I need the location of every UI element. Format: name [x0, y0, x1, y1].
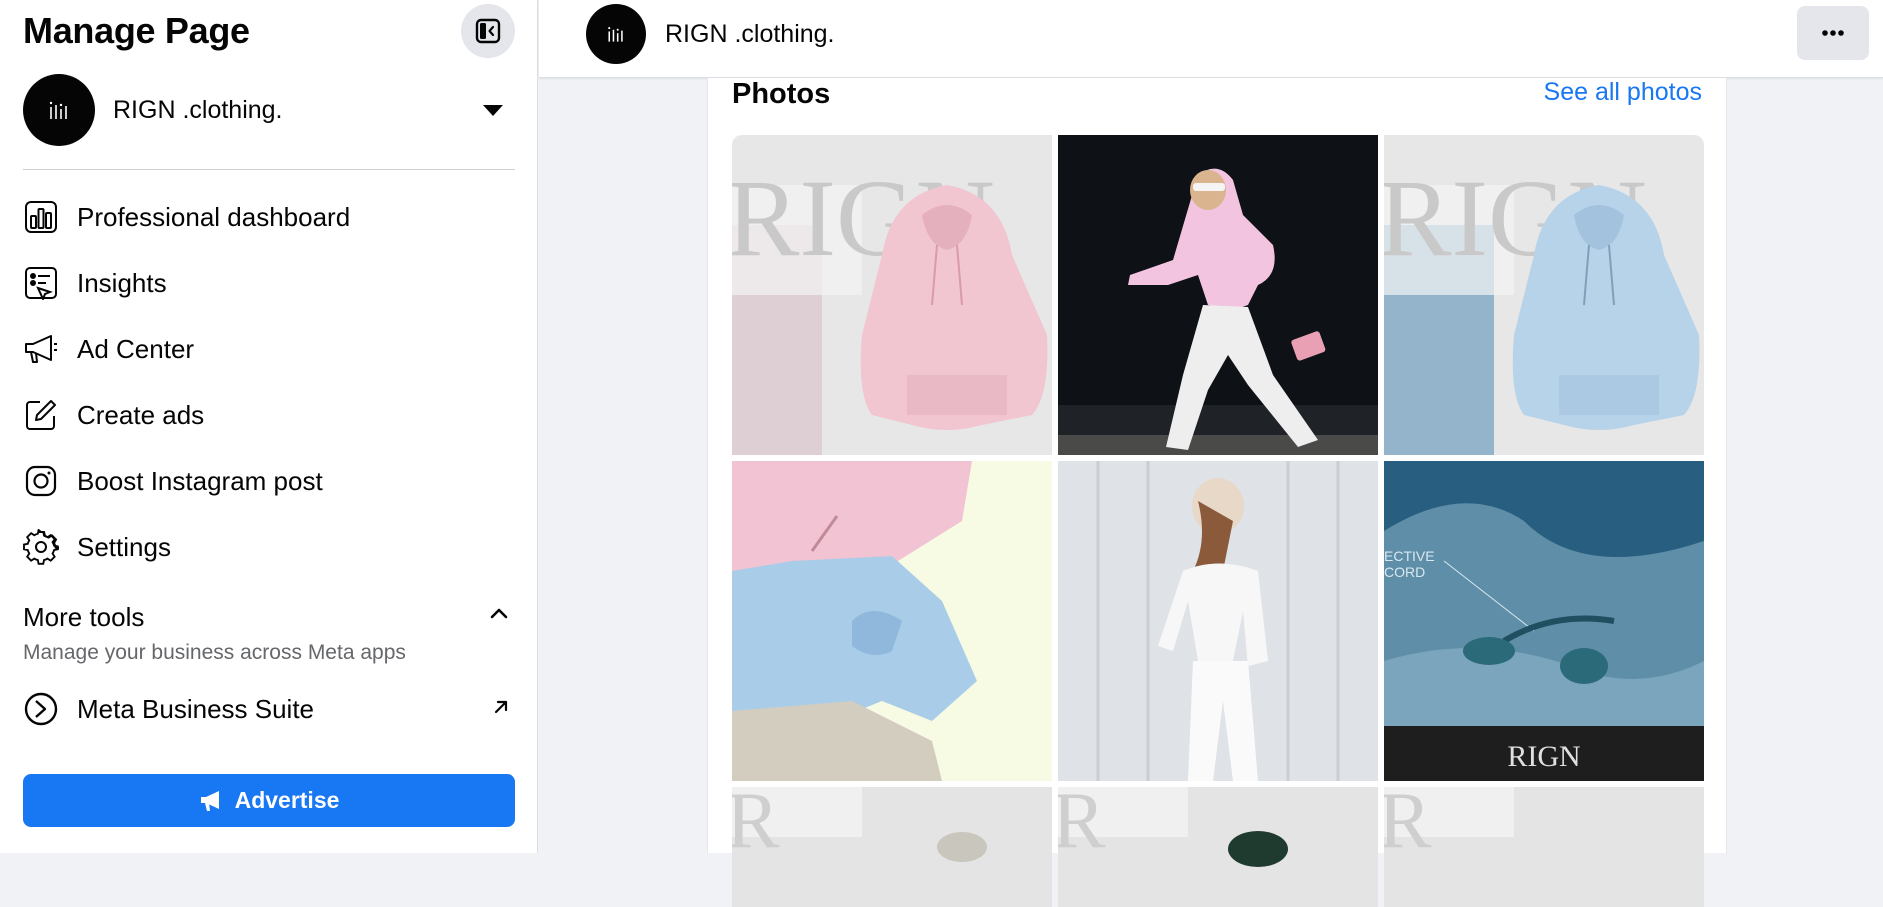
- meta-business-suite-link[interactable]: Meta Business Suite: [0, 676, 538, 742]
- photo-tile-white-outfit[interactable]: [1058, 461, 1378, 781]
- photo-tile-hoodie[interactable]: R: [732, 787, 1052, 907]
- photo-tile-hoodie[interactable]: R: [1384, 787, 1704, 907]
- megaphone-icon: [23, 331, 59, 367]
- nav-item-insights[interactable]: Insights: [0, 250, 538, 316]
- nav-label: Insights: [77, 267, 167, 298]
- external-link-icon: [494, 700, 508, 714]
- ellipsis-icon: [1822, 30, 1844, 36]
- sidebar-toggle-icon: [475, 18, 501, 44]
- chevron-up-icon[interactable]: [489, 606, 509, 620]
- more-tools-subtitle: Manage your business across Meta apps: [23, 641, 406, 664]
- advertise-button[interactable]: Advertise: [23, 774, 515, 827]
- nav-label: Settings: [77, 531, 171, 562]
- see-all-photos-link[interactable]: See all photos: [1544, 78, 1702, 107]
- nav-label: Create ads: [77, 399, 205, 430]
- more-options-button[interactable]: [1797, 6, 1869, 60]
- photo-tile-pink-hoodie[interactable]: RIGN: [732, 135, 1052, 455]
- nav-item-ad-center[interactable]: Ad Center: [0, 316, 538, 382]
- photo-tile-walking-pink-hoodie[interactable]: [1058, 135, 1378, 455]
- page-avatar: [23, 74, 95, 146]
- photo-tile-drawstring-closeup[interactable]: ECTIVE CORD RIGN: [1384, 461, 1704, 781]
- photo-tile-hoodie[interactable]: R: [1058, 787, 1378, 907]
- advertise-label: Advertise: [234, 787, 340, 813]
- more-tools-title: More tools: [23, 602, 145, 632]
- rign-logo-icon: [608, 27, 623, 42]
- bar-chart-icon: [23, 199, 59, 235]
- nav-item-boost-instagram-post[interactable]: Boost Instagram post: [0, 448, 538, 514]
- nav-item-professional-dashboard[interactable]: Professional dashboard: [0, 184, 538, 250]
- sidebar-nav: Professional dashboard Insights Ad Cente…: [0, 184, 538, 580]
- svg-text:R: R: [732, 787, 780, 865]
- nav-item-settings[interactable]: Settings: [0, 514, 538, 580]
- nav-label: Boost Instagram post: [77, 465, 323, 496]
- more-tools-section[interactable]: More tools Manage your business across M…: [23, 602, 515, 665]
- insights-icon: [23, 265, 59, 301]
- manage-page-sidebar: Manage Page RIGN .clothing. Professional…: [0, 0, 538, 853]
- photos-card: Photos See all photos RIGN RIGN ECTIVE C…: [707, 78, 1727, 907]
- photos-title: Photos: [732, 78, 831, 110]
- page-header-bar: RIGN .clothing.: [539, 0, 1883, 78]
- rign-logo-icon: [49, 101, 67, 119]
- photo-tile-hoodies-flatlay[interactable]: [732, 461, 1052, 781]
- pencil-square-icon: [23, 397, 59, 433]
- photo-tile-blue-hoodie[interactable]: RIGN: [1384, 135, 1704, 455]
- sidebar-title: Manage Page: [23, 10, 250, 51]
- gear-icon: [23, 529, 59, 565]
- svg-text:R: R: [1058, 787, 1106, 865]
- svg-text:R: R: [1384, 787, 1432, 865]
- nav-label: Ad Center: [77, 333, 195, 364]
- dropdown-caret-icon[interactable]: [483, 104, 503, 116]
- nav-label: Professional dashboard: [77, 201, 351, 232]
- meta-business-suite-icon: [23, 691, 59, 727]
- svg-text:CORD: CORD: [1384, 564, 1425, 580]
- instagram-icon: [23, 463, 59, 499]
- effective-record-text: ECTIVE: [1384, 548, 1435, 564]
- page-name: RIGN .clothing.: [113, 95, 283, 124]
- collapse-sidebar-button[interactable]: [461, 4, 515, 58]
- megaphone-icon: [200, 790, 219, 811]
- nav-label: Meta Business Suite: [77, 693, 315, 724]
- nav-item-create-ads[interactable]: Create ads: [0, 382, 538, 448]
- page-avatar[interactable]: [586, 4, 646, 64]
- rign-logo-text: RIGN: [1507, 740, 1580, 773]
- sidebar-divider: [23, 169, 515, 170]
- header-page-name[interactable]: RIGN .clothing.: [665, 20, 835, 49]
- page-switcher[interactable]: RIGN .clothing.: [23, 74, 515, 146]
